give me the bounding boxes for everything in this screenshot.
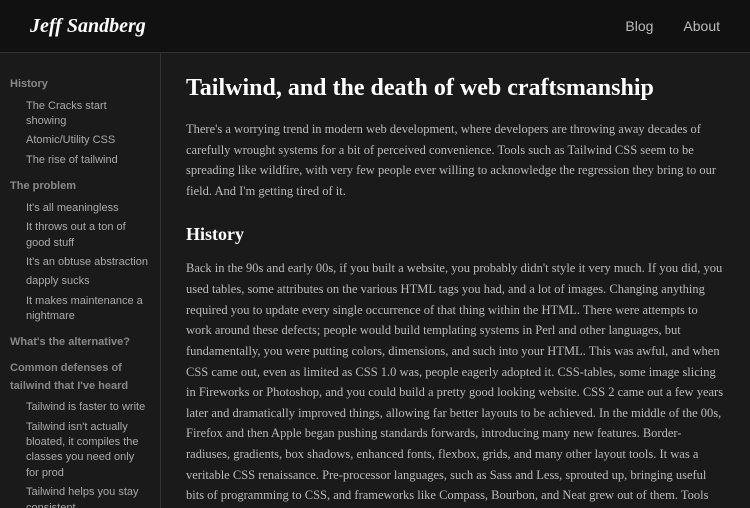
toc-section-alternative[interactable]: What's the alternative? (10, 334, 150, 352)
table-of-contents: History The Cracks start showing Atomic/… (0, 53, 160, 508)
article-title: Tailwind, and the death of web craftsman… (186, 73, 725, 104)
toc-item-throws[interactable]: It throws out a ton of good stuff (10, 218, 150, 253)
toc-section-problem[interactable]: The problem (10, 178, 150, 196)
toc-item-rise[interactable]: The rise of tailwind (10, 151, 150, 170)
toc-item-bloated[interactable]: Tailwind isn't actually bloated, it comp… (10, 418, 150, 484)
toc-item-maintenance[interactable]: It makes maintenance a nightmare (10, 292, 150, 327)
page-layout: History The Cracks start showing Atomic/… (0, 53, 750, 508)
toc-item-cracks[interactable]: The Cracks start showing (10, 97, 150, 132)
toc-item-faster[interactable]: Tailwind is faster to write (10, 398, 150, 417)
history-body: Back in the 90s and early 00s, if you bu… (186, 258, 725, 508)
history-heading: History (186, 220, 725, 249)
article-body: There's a worrying trend in modern web d… (186, 119, 725, 508)
toc-section-defenses[interactable]: Common defenses of tailwind that I've he… (10, 360, 150, 395)
toc-item-meaningless[interactable]: It's all meaningless (10, 199, 150, 218)
toc-item-dapply[interactable]: dapply sucks (10, 272, 150, 291)
nav-blog[interactable]: Blog (625, 15, 653, 37)
toc-section-history[interactable]: History (10, 76, 150, 94)
site-title[interactable]: Jeff Sandberg (30, 10, 146, 42)
toc-item-atomic[interactable]: Atomic/Utility CSS (10, 131, 150, 150)
main-content: Tailwind, and the death of web craftsman… (160, 53, 750, 508)
toc-item-consistent[interactable]: Tailwind helps you stay consistent (10, 483, 150, 508)
toc-item-obtuse[interactable]: It's an obtuse abstraction (10, 253, 150, 272)
article-intro: There's a worrying trend in modern web d… (186, 119, 725, 202)
nav-about[interactable]: About (683, 15, 720, 37)
header: Jeff Sandberg Blog About (0, 0, 750, 53)
